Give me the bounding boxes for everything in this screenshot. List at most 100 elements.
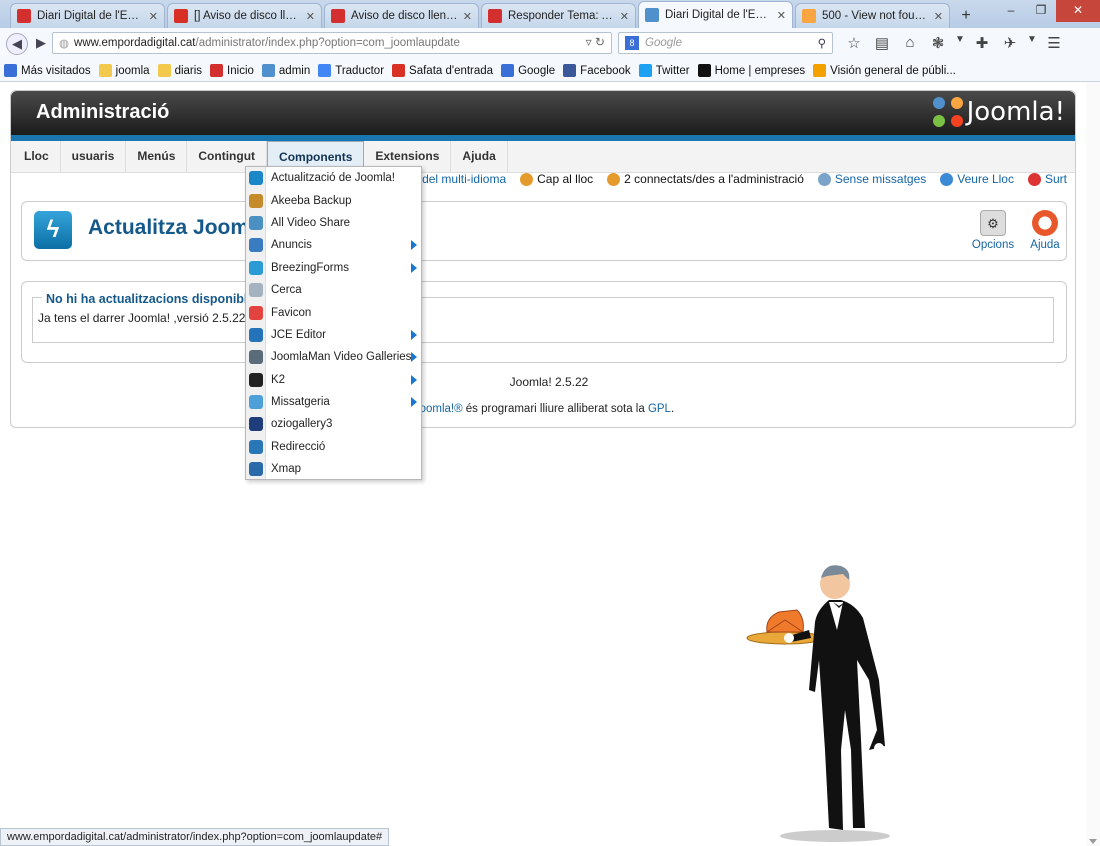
component-icon (249, 215, 263, 230)
components-menu-item[interactable]: JCE Editor (246, 324, 421, 346)
status-link[interactable]: Cap al lloc (520, 172, 593, 186)
bookmark-item[interactable]: Visión general de públi... (813, 64, 956, 77)
tab-close-icon[interactable]: ✕ (463, 10, 472, 23)
browser-tab[interactable]: Diari Digital de l'Emp... ✕ (638, 1, 793, 28)
options-button[interactable]: ⚙ Opcions (968, 210, 1018, 251)
joomla-logo-text: Joomla! (966, 97, 1065, 127)
maximize-icon[interactable]: ❐ (1026, 0, 1056, 22)
bookmark-item[interactable]: Home | empreses (697, 64, 805, 77)
twitter-icon (638, 64, 652, 77)
tab-close-icon[interactable]: ✕ (777, 9, 786, 22)
bookmark-item[interactable]: Safata d'entrada (392, 64, 493, 77)
tab-label: 500 - View not found ... (822, 10, 930, 22)
browser-tab[interactable]: Responder Tema: Avi... ✕ (481, 3, 636, 28)
gmail-icon (392, 64, 406, 77)
component-icon (249, 260, 263, 275)
magnifier-icon[interactable]: ⚲ (818, 36, 826, 50)
status-link[interactable]: Sense missatges (817, 172, 926, 186)
help-label: Ajuda (1030, 239, 1060, 251)
new-tab-icon[interactable]: + (952, 3, 980, 28)
status-link[interactable]: Veure Lloc (940, 172, 1014, 186)
admin-menu-item[interactable]: Lloc (13, 141, 61, 172)
bookmarks-list-icon[interactable]: ▤ (868, 34, 896, 52)
components-menu-item[interactable]: Xmap (246, 458, 421, 480)
status-link[interactable]: 2 connectats/des a l'administració (607, 172, 804, 186)
component-icon (249, 305, 263, 320)
components-menu-item[interactable]: Favicon (246, 301, 421, 323)
bookmark-label: Safata d'entrada (409, 64, 494, 77)
components-menu-item[interactable]: JoomlaMan Video Galleries (246, 346, 421, 368)
admin-menu-item[interactable]: Menús (126, 141, 188, 172)
bookmark-item[interactable]: Más visitados (4, 64, 91, 77)
reload-icon[interactable]: ▿ ↻ (586, 35, 605, 49)
component-icon (249, 462, 263, 477)
bookmark-item[interactable]: Google (501, 64, 555, 77)
browser-tab[interactable]: [] Aviso de disco llen... ✕ (167, 3, 322, 28)
tab-label: Responder Tema: Avi... (508, 10, 616, 22)
components-menu-item[interactable]: oziogallery3 (246, 413, 421, 435)
bookmark-item[interactable]: diaris (157, 64, 202, 77)
page-scrollbar[interactable] (1086, 82, 1100, 846)
menu-icon[interactable]: ☰ (1040, 34, 1068, 52)
tab-close-icon[interactable]: ✕ (620, 10, 629, 23)
bookmark-label: Google (518, 64, 556, 77)
components-menu-item[interactable]: Actualització de Joomla! (246, 167, 421, 189)
components-menu-item[interactable]: K2 (246, 369, 421, 391)
bookmark-item[interactable]: Inicio (210, 64, 254, 77)
component-label: K2 (271, 373, 286, 386)
components-menu-item[interactable]: Cerca (246, 279, 421, 301)
forward-icon[interactable]: ▶ (30, 33, 52, 55)
component-label: Actualització de Joomla! (271, 172, 396, 185)
status-icon (607, 172, 621, 186)
home-icon[interactable]: ⌂ (896, 34, 924, 52)
components-menu-item[interactable]: Akeeba Backup (246, 189, 421, 211)
admin-menu-item[interactable]: usuaris (61, 141, 127, 172)
joomla-admin-page: Administració Joomla! Lloc usuaris Menús Co… (10, 90, 1076, 428)
dropdown-icon[interactable]: ▼ (952, 34, 968, 52)
bookmark-item[interactable]: joomla (98, 64, 150, 77)
addon-icon[interactable]: ✚ (968, 34, 996, 52)
bookmark-item[interactable]: admin (261, 64, 310, 77)
component-label: Cerca (271, 284, 302, 297)
window-close-icon[interactable]: ✕ (1056, 0, 1100, 22)
bookmark-item[interactable]: Facebook (563, 64, 631, 77)
bookmark-label: Inicio (227, 64, 254, 77)
tab-close-icon[interactable]: ✕ (306, 10, 315, 23)
weebly-icon (331, 9, 345, 23)
status-icon (520, 172, 534, 186)
help-button[interactable]: Ajuda (1020, 210, 1070, 251)
component-label: Missatgeria (271, 396, 330, 409)
status-link[interactable]: Surt (1027, 172, 1067, 186)
admin-menu-item[interactable]: Ajuda (451, 141, 508, 172)
dropdown2-icon[interactable]: ▼ (1024, 34, 1040, 52)
minimize-icon[interactable]: – (996, 0, 1026, 22)
back-icon[interactable]: ◀ (6, 33, 28, 55)
status-label: Surt (1044, 172, 1067, 186)
status-icon (1027, 172, 1041, 186)
component-icon (249, 439, 263, 454)
address-bar[interactable]: ◍ www.empordadigital.cat/administrator/i… (52, 32, 612, 54)
browser-tab[interactable]: Aviso de disco lleno (... ✕ (324, 3, 479, 28)
browser-tab[interactable]: 500 - View not found ... ✕ (795, 3, 950, 28)
components-menu-item[interactable]: Anuncis (246, 234, 421, 256)
components-menu-item[interactable]: Redirecció (246, 436, 421, 458)
bookmark-item[interactable]: Twitter (638, 64, 690, 77)
browser-tab[interactable]: Diari Digital de l'Emp... ✕ (10, 3, 165, 28)
adsense-icon (813, 64, 827, 77)
tab-close-icon[interactable]: ✕ (149, 10, 158, 23)
addon2-icon[interactable]: ✈ (996, 34, 1024, 52)
bookmark-item[interactable]: Traductor (318, 64, 384, 77)
component-label: Akeeba Backup (271, 194, 352, 207)
message-title: No hi ha actualitzacions disponibles (42, 292, 266, 306)
search-input[interactable]: 8 Google ⚲ (618, 32, 833, 54)
components-menu-item[interactable]: All Video Share (246, 212, 421, 234)
component-label: All Video Share (271, 216, 351, 229)
bookmark-star-icon[interactable]: ☆ (840, 34, 868, 52)
scroll-down-icon[interactable] (1089, 839, 1097, 844)
extension-icon[interactable]: ❃ (924, 34, 952, 52)
gpl-link[interactable]: GPL (648, 403, 671, 415)
components-menu-item[interactable]: Missatgeria (246, 391, 421, 413)
options-label: Opcions (971, 239, 1015, 251)
components-menu-item[interactable]: BreezingForms (246, 257, 421, 279)
tab-close-icon[interactable]: ✕ (934, 10, 943, 23)
